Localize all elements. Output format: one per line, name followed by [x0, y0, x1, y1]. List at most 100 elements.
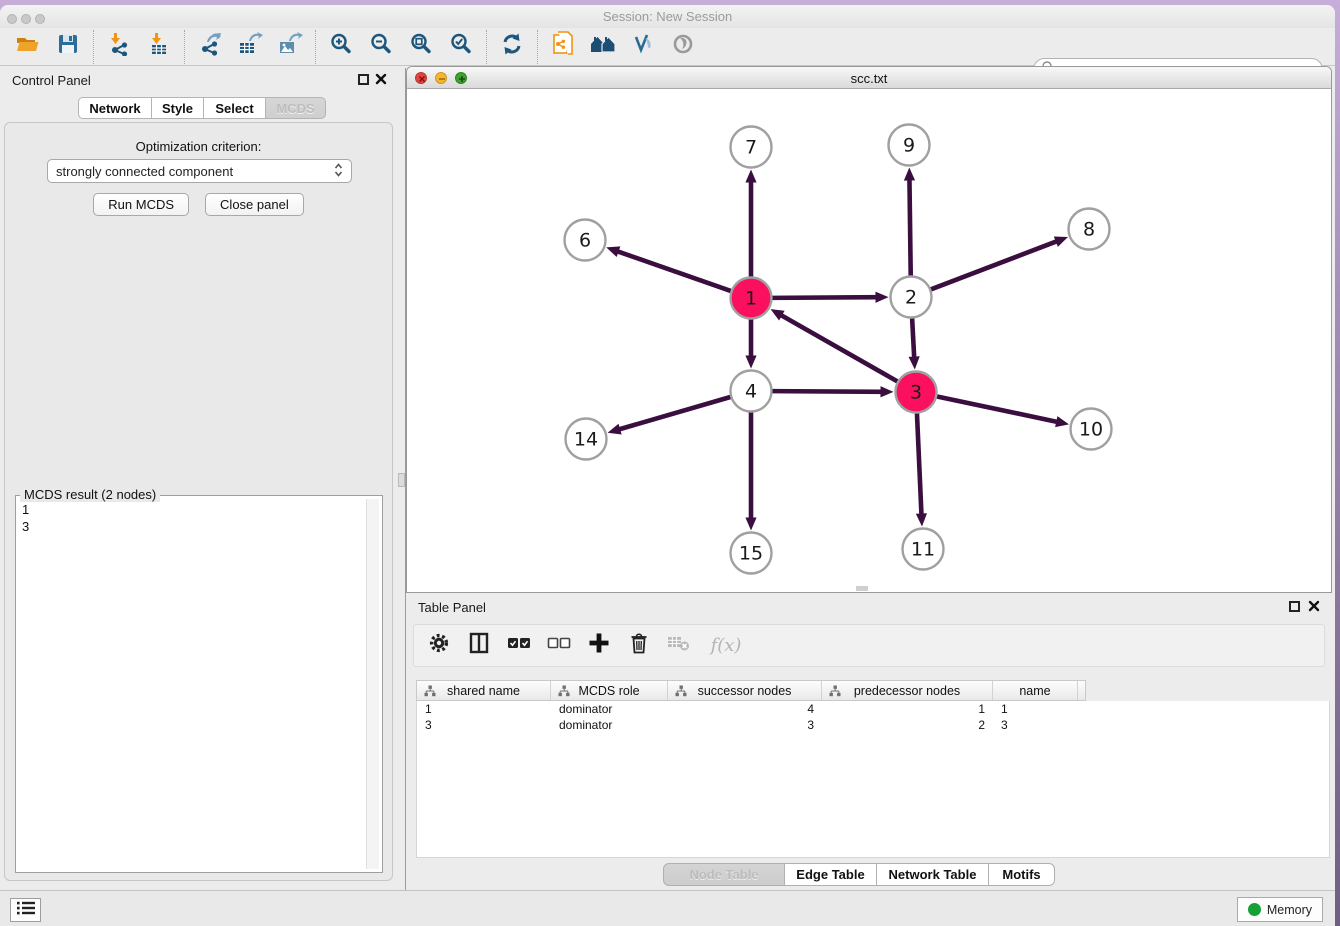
table-cell: 2: [822, 717, 993, 733]
table-cell: dominator: [551, 701, 668, 717]
tab-network-table[interactable]: Network Table: [877, 863, 989, 886]
edge-arrowhead: [875, 292, 888, 303]
network-window-title: scc.txt: [407, 71, 1331, 86]
table-body[interactable]: 1dominator4113dominator323: [416, 701, 1330, 858]
graph-node-label: 9: [903, 135, 915, 157]
toolbar-separator: [93, 30, 94, 64]
memory-label: Memory: [1267, 903, 1312, 917]
edge-4-14[interactable]: [618, 397, 730, 430]
table-header-row: shared name MCDS role successor nodes pr…: [416, 680, 1086, 701]
task-history-button[interactable]: [10, 898, 41, 922]
graph-node-label: 2: [905, 287, 917, 309]
network-scroll-grip[interactable]: [856, 586, 868, 591]
zoom-in-button[interactable]: [321, 32, 361, 62]
select-all-columns-button[interactable]: [506, 633, 532, 659]
import-network-button[interactable]: [99, 32, 139, 62]
deselect-all-columns-button[interactable]: [546, 633, 572, 659]
node-table: shared name MCDS role successor nodes pr…: [416, 680, 1086, 858]
main-titlebar: Session: New Session: [0, 5, 1335, 28]
table-cell: 3: [417, 717, 551, 733]
export-image-button[interactable]: [270, 32, 310, 62]
table-cell: 1: [417, 701, 551, 717]
control-panel: Control Panel Network Style Select MCDS …: [0, 68, 397, 890]
delete-table-button[interactable]: [666, 633, 692, 659]
zoom-out-button[interactable]: [361, 32, 401, 62]
import-table-button[interactable]: [139, 32, 179, 62]
table-type-tabs: Node Table Edge Table Network Table Moti…: [663, 863, 1055, 886]
criterion-dropdown[interactable]: strongly connected component: [47, 159, 352, 183]
table-settings-button[interactable]: [426, 633, 452, 659]
first-neighbors-button[interactable]: [583, 32, 623, 62]
edge-3-10[interactable]: [937, 396, 1058, 422]
edge-arrowhead: [606, 246, 620, 257]
export-image-icon: [277, 32, 303, 61]
tab-edge-table[interactable]: Edge Table: [785, 863, 877, 886]
edge-2-3[interactable]: [912, 318, 914, 358]
toolbar-separator: [315, 30, 316, 64]
zoom-fit-icon: [409, 32, 433, 61]
memory-button[interactable]: Memory: [1237, 897, 1323, 922]
edge-3-1[interactable]: [780, 315, 897, 382]
new-network-from-selection-button[interactable]: [543, 32, 583, 62]
column-header-shared-name[interactable]: shared name: [417, 681, 551, 700]
tab-mcds[interactable]: MCDS: [266, 97, 326, 119]
tab-style[interactable]: Style: [152, 97, 204, 119]
export-table-button[interactable]: [230, 32, 270, 62]
edge-2-8[interactable]: [931, 241, 1058, 289]
column-header-successor-nodes[interactable]: successor nodes: [668, 681, 822, 700]
edge-3-11[interactable]: [917, 413, 922, 515]
graph-node-label: 11: [911, 539, 935, 561]
eye-button[interactable]: [663, 32, 703, 62]
open-session-button[interactable]: [8, 32, 48, 62]
edge-4-3[interactable]: [772, 391, 882, 392]
save-session-button[interactable]: [48, 32, 88, 62]
edge-1-2[interactable]: [772, 297, 877, 298]
edge-2-9[interactable]: [909, 178, 910, 275]
eye-icon: [671, 32, 695, 61]
refresh-button[interactable]: [492, 32, 532, 62]
column-header-predecessor-nodes[interactable]: predecessor nodes: [822, 681, 993, 700]
tab-motifs[interactable]: Motifs: [989, 863, 1055, 886]
close-panel-icon[interactable]: [375, 73, 387, 85]
zoom-fit-button[interactable]: [401, 32, 441, 62]
column-label: name: [1019, 684, 1050, 698]
table-row[interactable]: 3dominator323: [417, 717, 1329, 733]
show-columns-button[interactable]: [466, 633, 492, 659]
status-bar: Memory: [0, 890, 1335, 926]
zoom-selected-button[interactable]: [441, 32, 481, 62]
edge-arrowhead: [1055, 416, 1069, 427]
table-cell: 4: [668, 701, 822, 717]
edge-arrowhead: [745, 170, 756, 183]
column-header-mcds-role[interactable]: MCDS role: [551, 681, 668, 700]
zoom-selected-icon: [449, 32, 473, 61]
run-mcds-button[interactable]: Run MCDS: [93, 193, 189, 216]
network-window-titlebar: scc.txt: [407, 67, 1331, 89]
graph-node-label: 15: [739, 543, 763, 565]
tree-icon: [829, 685, 841, 700]
add-column-button[interactable]: [586, 633, 612, 659]
table-panel-header: Table Panel: [406, 595, 1332, 619]
splitter-grip[interactable]: [398, 473, 405, 487]
table-row[interactable]: 1dominator411: [417, 701, 1329, 717]
float-table-panel-icon[interactable]: [1289, 601, 1300, 612]
result-scrollbar[interactable]: [366, 499, 379, 869]
table-cell: 3: [668, 717, 822, 733]
float-panel-icon[interactable]: [358, 74, 369, 85]
tab-select[interactable]: Select: [204, 97, 266, 119]
show-hide-button[interactable]: [623, 32, 663, 62]
zoom-in-icon: [329, 32, 353, 61]
import-table-icon: [147, 32, 171, 61]
edge-arrowhead: [1054, 236, 1068, 246]
export-network-button[interactable]: [190, 32, 230, 62]
tab-node-table[interactable]: Node Table: [663, 863, 785, 886]
function-builder-button[interactable]: f(x): [706, 633, 746, 659]
close-panel-button[interactable]: Close panel: [205, 193, 304, 216]
column-header-name[interactable]: name: [993, 681, 1078, 700]
delete-column-button[interactable]: [626, 633, 652, 659]
close-table-panel-icon[interactable]: [1308, 600, 1320, 612]
network-canvas[interactable]: 7968124314101511: [407, 89, 1331, 593]
mcds-result-text[interactable]: 1 3: [19, 499, 366, 869]
edge-1-6[interactable]: [617, 251, 731, 291]
table-cell: 1: [822, 701, 993, 717]
tab-network[interactable]: Network: [78, 97, 152, 119]
